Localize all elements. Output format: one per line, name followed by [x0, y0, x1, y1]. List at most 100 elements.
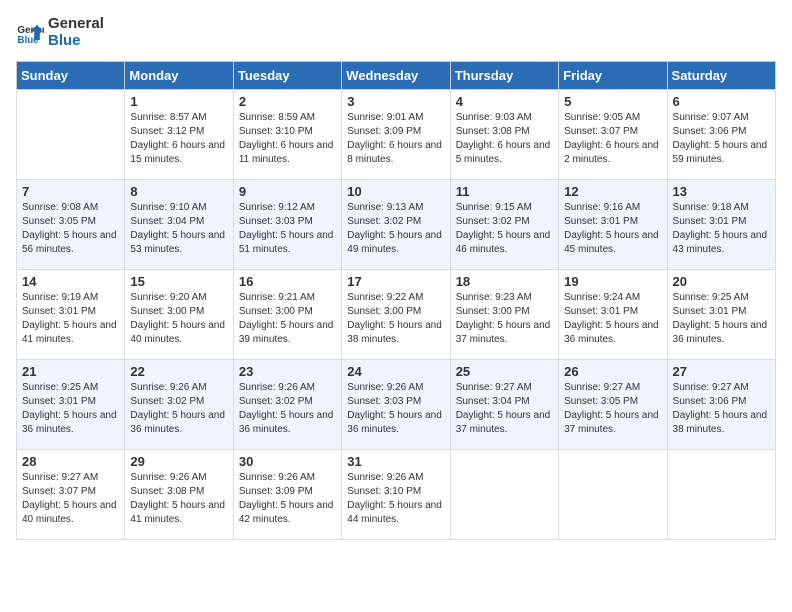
day-info: Sunrise: 9:26 AMSunset: 3:02 PMDaylight:…	[239, 381, 336, 437]
day-info: Sunrise: 9:15 AMSunset: 3:02 PMDaylight:…	[456, 201, 553, 257]
calendar-cell: 4 Sunrise: 9:03 AMSunset: 3:08 PMDaylight…	[450, 90, 558, 180]
calendar-cell: 5 Sunrise: 9:05 AMSunset: 3:07 PMDaylight…	[559, 90, 667, 180]
day-number: 31	[347, 454, 444, 469]
calendar-cell: 21Sunrise: 9:25 AMSunset: 3:01 PMDayligh…	[17, 360, 125, 450]
day-number: 27	[673, 364, 770, 379]
calendar-cell	[667, 450, 775, 540]
day-number: 23	[239, 364, 336, 379]
calendar-week-5: 28 Sunrise: 9:27 AMSunset: 3:07 PMDayligh…	[17, 450, 776, 540]
logo-icon: General Blue	[16, 19, 44, 47]
calendar-cell: 10Sunrise: 9:13 AMSunset: 3:02 PMDayligh…	[342, 180, 450, 270]
day-number: 11	[456, 184, 553, 199]
day-number: 17	[347, 274, 444, 289]
day-info: Sunrise: 9:26 AMSunset: 3:10 PMDaylight:…	[347, 471, 444, 527]
day-info: Sunrise: 9:20 AMSunset: 3:00 PMDaylight:…	[130, 291, 227, 347]
header-monday: Monday	[125, 62, 233, 90]
day-info: Sunrise: 9:03 AMSunset: 3:08 PMDaylight:…	[456, 111, 553, 167]
day-number: 24	[347, 364, 444, 379]
day-number: 12	[564, 184, 661, 199]
day-info: Sunrise: 8:57 AMSunset: 3:12 PMDaylight:…	[130, 111, 227, 167]
day-number: 26	[564, 364, 661, 379]
logo: General Blue General Blue	[16, 16, 104, 49]
calendar-cell: 31 Sunrise: 9:26 AMSunset: 3:10 PMDayligh…	[342, 450, 450, 540]
day-info: Sunrise: 9:27 AMSunset: 3:05 PMDaylight:…	[564, 381, 661, 437]
day-info: Sunrise: 9:01 AMSunset: 3:09 PMDaylight:…	[347, 111, 444, 167]
day-info: Sunrise: 9:26 AMSunset: 3:02 PMDaylight:…	[130, 381, 227, 437]
day-info: Sunrise: 9:08 AMSunset: 3:05 PMDaylight:…	[22, 201, 119, 257]
day-info: Sunrise: 9:05 AMSunset: 3:07 PMDaylight:…	[564, 111, 661, 167]
calendar-cell: 9 Sunrise: 9:12 AMSunset: 3:03 PMDaylight…	[233, 180, 341, 270]
calendar-table: SundayMondayTuesdayWednesdayThursdayFrid…	[16, 61, 776, 540]
day-info: Sunrise: 9:07 AMSunset: 3:06 PMDaylight:…	[673, 111, 770, 167]
day-info: Sunrise: 9:23 AMSunset: 3:00 PMDaylight:…	[456, 291, 553, 347]
calendar-cell: 12Sunrise: 9:16 AMSunset: 3:01 PMDayligh…	[559, 180, 667, 270]
calendar-cell: 29 Sunrise: 9:26 AMSunset: 3:08 PMDayligh…	[125, 450, 233, 540]
calendar-cell: 18Sunrise: 9:23 AMSunset: 3:00 PMDayligh…	[450, 270, 558, 360]
calendar-cell: 26 Sunrise: 9:27 AMSunset: 3:05 PMDayligh…	[559, 360, 667, 450]
day-info: Sunrise: 9:27 AMSunset: 3:04 PMDaylight:…	[456, 381, 553, 437]
calendar-cell	[450, 450, 558, 540]
day-info: Sunrise: 9:21 AMSunset: 3:00 PMDaylight:…	[239, 291, 336, 347]
header-sunday: Sunday	[17, 62, 125, 90]
day-info: Sunrise: 9:18 AMSunset: 3:01 PMDaylight:…	[673, 201, 770, 257]
calendar-cell: 2Sunrise: 8:59 AMSunset: 3:10 PMDaylight…	[233, 90, 341, 180]
day-number: 25	[456, 364, 553, 379]
calendar-cell: 14Sunrise: 9:19 AMSunset: 3:01 PMDayligh…	[17, 270, 125, 360]
day-number: 22	[130, 364, 227, 379]
calendar-cell	[559, 450, 667, 540]
day-number: 15	[130, 274, 227, 289]
calendar-week-1: 1 Sunrise: 8:57 AMSunset: 3:12 PMDaylight…	[17, 90, 776, 180]
calendar-cell: 19 Sunrise: 9:24 AMSunset: 3:01 PMDayligh…	[559, 270, 667, 360]
calendar-header-row: SundayMondayTuesdayWednesdayThursdayFrid…	[17, 62, 776, 90]
calendar-cell: 16 Sunrise: 9:21 AMSunset: 3:00 PMDayligh…	[233, 270, 341, 360]
day-number: 10	[347, 184, 444, 199]
day-number: 16	[239, 274, 336, 289]
logo-blue: Blue	[48, 33, 104, 50]
day-number: 8	[130, 184, 227, 199]
day-info: Sunrise: 9:27 AMSunset: 3:07 PMDaylight:…	[22, 471, 119, 527]
day-info: Sunrise: 9:26 AMSunset: 3:08 PMDaylight:…	[130, 471, 227, 527]
day-number: 7	[22, 184, 119, 199]
day-info: Sunrise: 9:12 AMSunset: 3:03 PMDaylight:…	[239, 201, 336, 257]
calendar-cell	[17, 90, 125, 180]
day-number: 14	[22, 274, 119, 289]
header-tuesday: Tuesday	[233, 62, 341, 90]
day-number: 28	[22, 454, 119, 469]
calendar-cell: 25 Sunrise: 9:27 AMSunset: 3:04 PMDayligh…	[450, 360, 558, 450]
day-number: 29	[130, 454, 227, 469]
header-saturday: Saturday	[667, 62, 775, 90]
calendar-cell: 20Sunrise: 9:25 AMSunset: 3:01 PMDayligh…	[667, 270, 775, 360]
day-number: 5	[564, 94, 661, 109]
calendar-cell: 15 Sunrise: 9:20 AMSunset: 3:00 PMDayligh…	[125, 270, 233, 360]
day-number: 19	[564, 274, 661, 289]
day-number: 4	[456, 94, 553, 109]
header-wednesday: Wednesday	[342, 62, 450, 90]
day-number: 6	[673, 94, 770, 109]
day-info: Sunrise: 9:22 AMSunset: 3:00 PMDaylight:…	[347, 291, 444, 347]
day-number: 9	[239, 184, 336, 199]
day-number: 3	[347, 94, 444, 109]
day-info: Sunrise: 9:25 AMSunset: 3:01 PMDaylight:…	[22, 381, 119, 437]
calendar-cell: 24 Sunrise: 9:26 AMSunset: 3:03 PMDayligh…	[342, 360, 450, 450]
header: General Blue General Blue	[16, 16, 776, 49]
calendar-cell: 1 Sunrise: 8:57 AMSunset: 3:12 PMDaylight…	[125, 90, 233, 180]
calendar-cell: 22 Sunrise: 9:26 AMSunset: 3:02 PMDayligh…	[125, 360, 233, 450]
logo-general: General	[48, 16, 104, 33]
calendar-body: 1 Sunrise: 8:57 AMSunset: 3:12 PMDaylight…	[17, 90, 776, 540]
day-info: Sunrise: 9:26 AMSunset: 3:03 PMDaylight:…	[347, 381, 444, 437]
day-number: 20	[673, 274, 770, 289]
calendar-cell: 17 Sunrise: 9:22 AMSunset: 3:00 PMDayligh…	[342, 270, 450, 360]
calendar-cell: 7 Sunrise: 9:08 AMSunset: 3:05 PMDaylight…	[17, 180, 125, 270]
day-info: Sunrise: 9:24 AMSunset: 3:01 PMDaylight:…	[564, 291, 661, 347]
calendar-cell: 11 Sunrise: 9:15 AMSunset: 3:02 PMDayligh…	[450, 180, 558, 270]
calendar-cell: 3 Sunrise: 9:01 AMSunset: 3:09 PMDaylight…	[342, 90, 450, 180]
calendar-cell: 13Sunrise: 9:18 AMSunset: 3:01 PMDayligh…	[667, 180, 775, 270]
day-number: 1	[130, 94, 227, 109]
calendar-cell: 23 Sunrise: 9:26 AMSunset: 3:02 PMDayligh…	[233, 360, 341, 450]
header-thursday: Thursday	[450, 62, 558, 90]
header-friday: Friday	[559, 62, 667, 90]
calendar-week-2: 7 Sunrise: 9:08 AMSunset: 3:05 PMDaylight…	[17, 180, 776, 270]
calendar-cell: 30Sunrise: 9:26 AMSunset: 3:09 PMDayligh…	[233, 450, 341, 540]
calendar-cell: 8Sunrise: 9:10 AMSunset: 3:04 PMDaylight…	[125, 180, 233, 270]
calendar-cell: 28 Sunrise: 9:27 AMSunset: 3:07 PMDayligh…	[17, 450, 125, 540]
